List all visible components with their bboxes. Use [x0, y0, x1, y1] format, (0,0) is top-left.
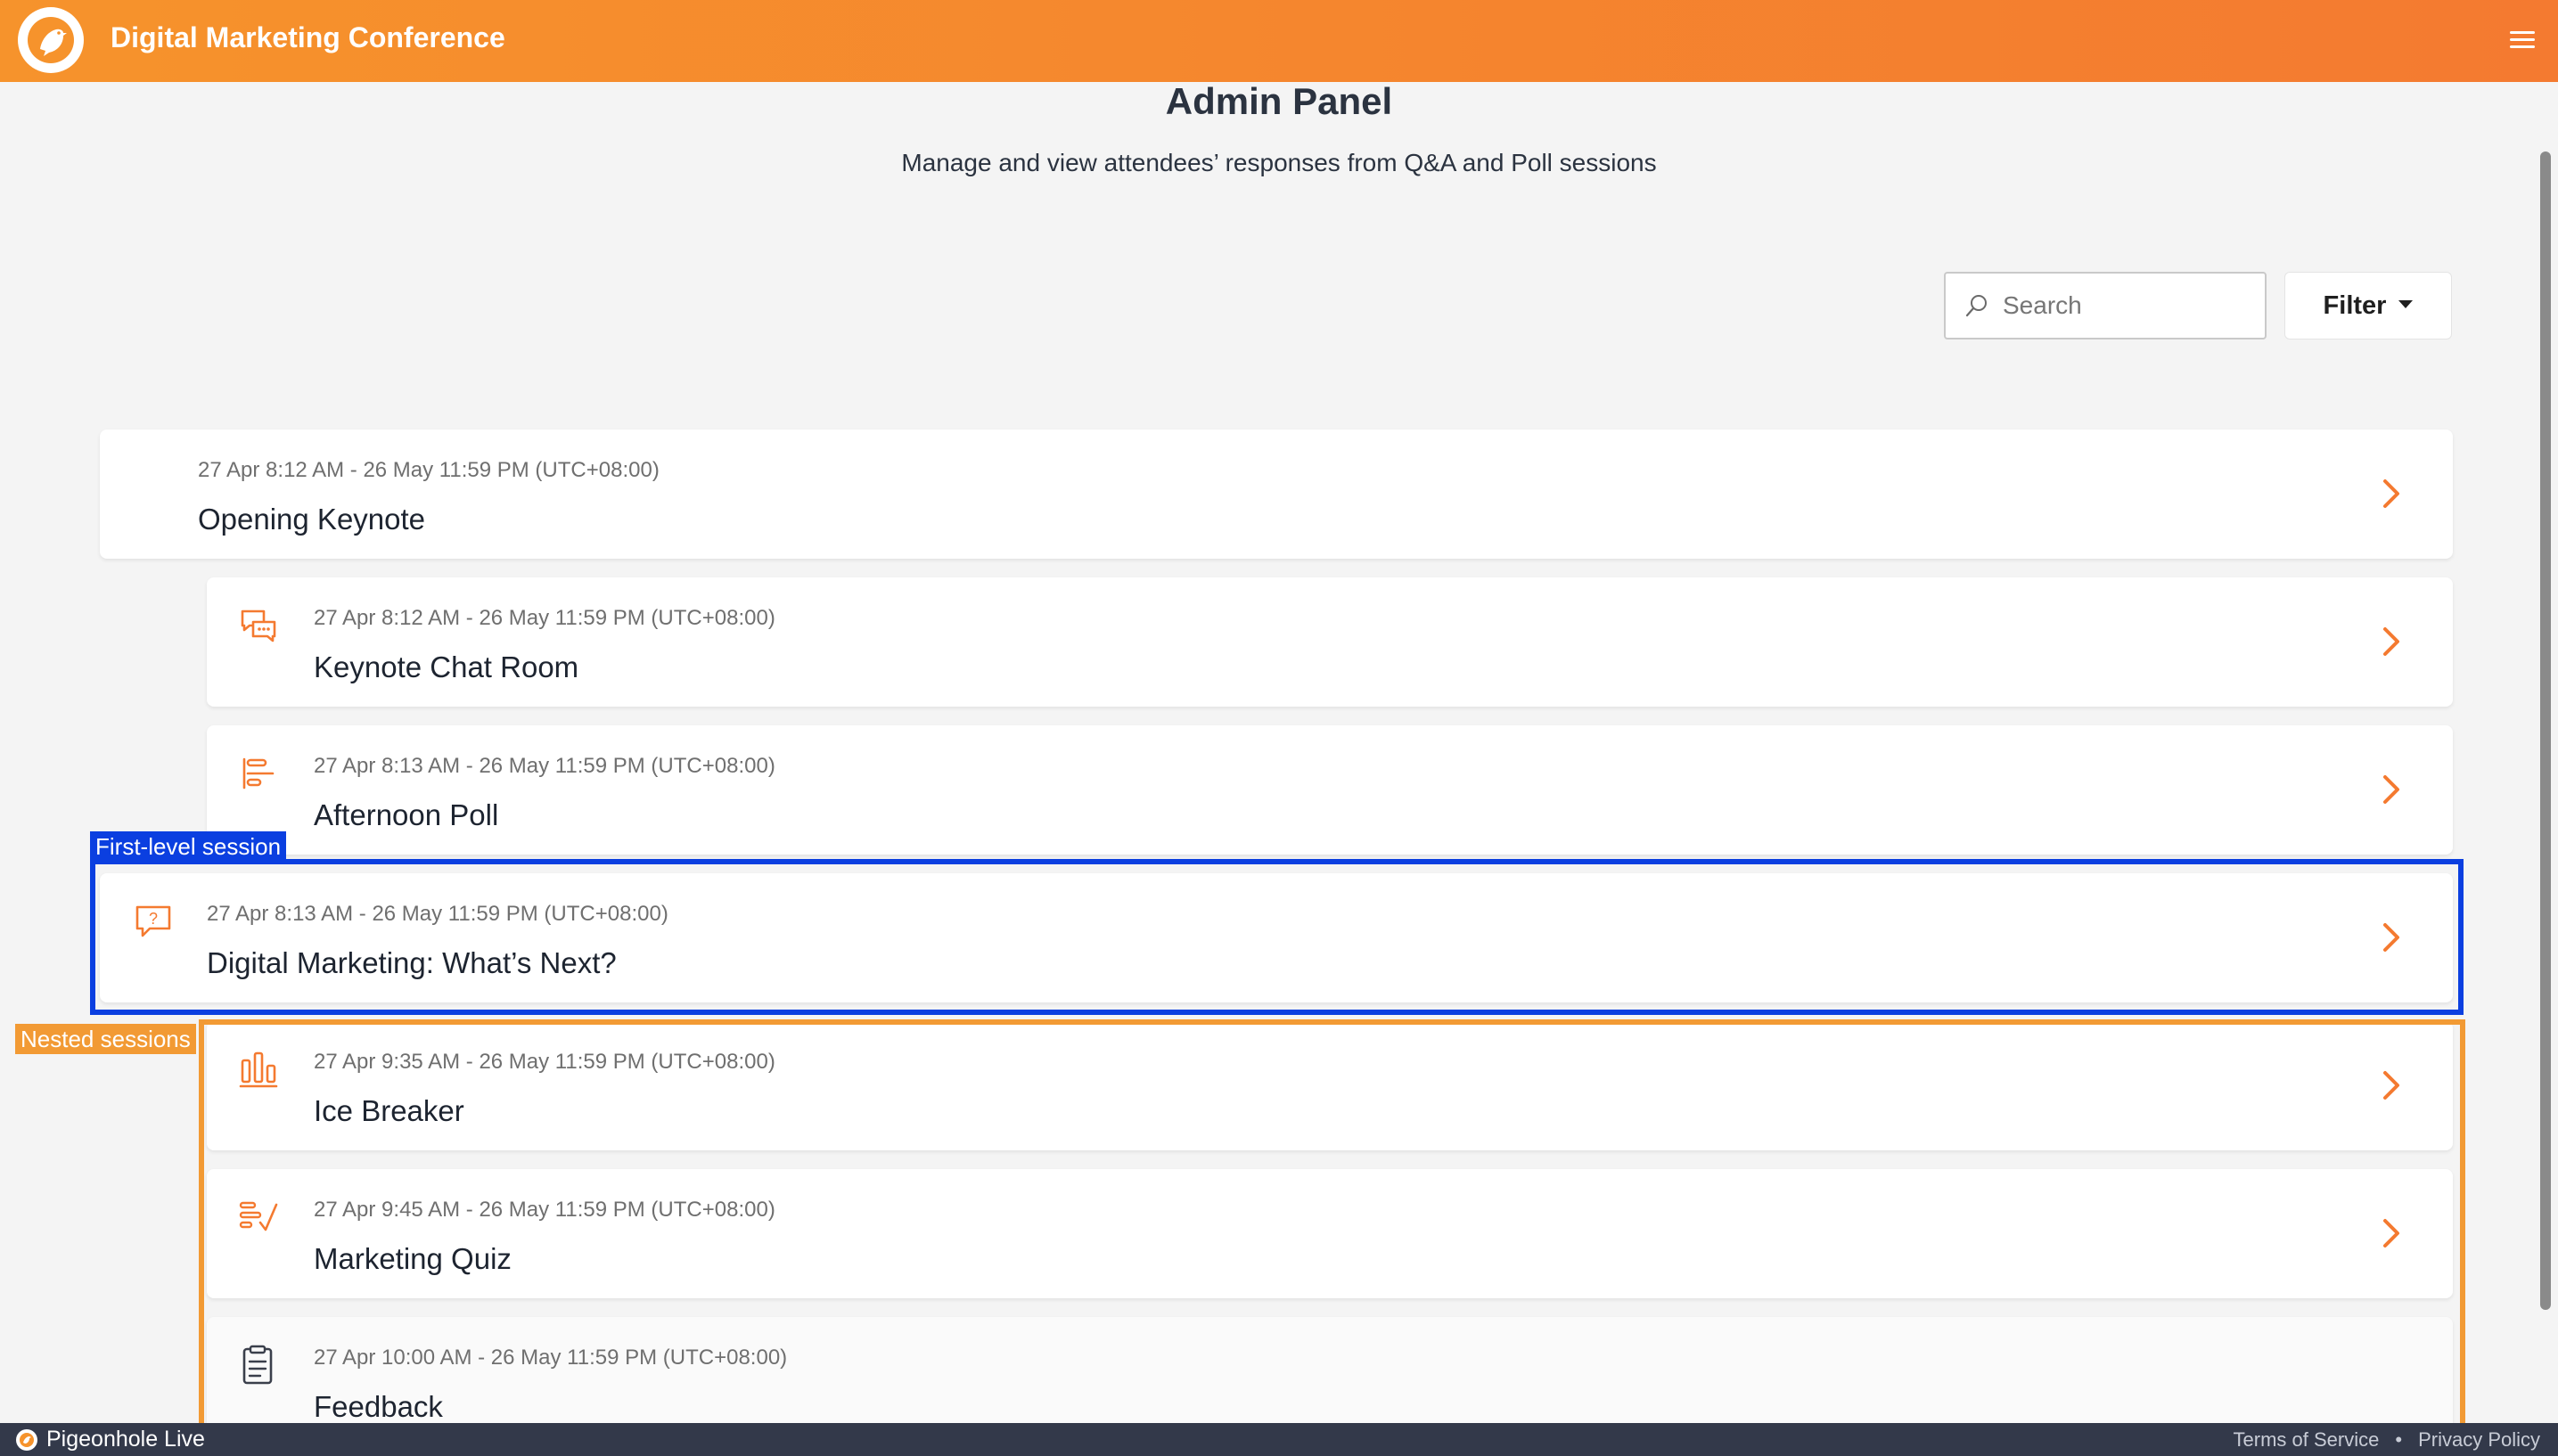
pigeon-logo-icon	[16, 1428, 37, 1451]
filter-label: Filter	[2323, 290, 2387, 320]
pigeon-icon[interactable]	[18, 7, 84, 73]
session-date: 27 Apr 8:13 AM - 26 May 11:59 PM (UTC+08…	[314, 754, 775, 778]
session-title: Afternoon Poll	[314, 798, 499, 831]
session-card-opening-keynote[interactable]: 27 Apr 8:12 AM - 26 May 11:59 PM (UTC+08…	[100, 429, 2453, 559]
chevron-right-icon	[2383, 1219, 2399, 1247]
terms-of-service-link[interactable]: Terms of Service	[2234, 1428, 2380, 1452]
search-input[interactable]	[2003, 291, 2252, 320]
session-title: Opening Keynote	[198, 503, 426, 536]
footer-links: Terms of Service • Privacy Policy	[2234, 1428, 2540, 1452]
session-date: 27 Apr 9:45 AM - 26 May 11:59 PM (UTC+08…	[314, 1198, 775, 1222]
session-date: 27 Apr 8:13 AM - 26 May 11:59 PM (UTC+08…	[207, 902, 668, 926]
privacy-policy-link[interactable]: Privacy Policy	[2418, 1428, 2540, 1452]
chat-icon	[241, 609, 276, 642]
session-date: 27 Apr 8:12 AM - 26 May 11:59 PM (UTC+08…	[314, 606, 775, 630]
chevron-right-icon	[2383, 1071, 2399, 1100]
session-date: 27 Apr 8:12 AM - 26 May 11:59 PM (UTC+08…	[198, 458, 660, 482]
caret-down-icon	[2398, 299, 2414, 308]
session-card-ice-breaker[interactable]: 27 Apr 9:35 AM - 26 May 11:59 PM (UTC+08…	[207, 1021, 2453, 1150]
search-field[interactable]	[1944, 272, 2267, 339]
session-card-marketing-quiz[interactable]: 27 Apr 9:45 AM - 26 May 11:59 PM (UTC+08…	[207, 1169, 2453, 1298]
session-title: Ice Breaker	[314, 1094, 464, 1127]
session-title: Digital Marketing: What’s Next?	[207, 946, 617, 979]
clipboard-icon	[242, 1345, 273, 1385]
session-card-keynote-chat-room[interactable]: 27 Apr 8:12 AM - 26 May 11:59 PM (UTC+08…	[207, 577, 2453, 707]
footer-brand-label: Pigeonhole Live	[46, 1427, 205, 1452]
nested-sessions-label: Nested sessions	[15, 1024, 196, 1054]
chevron-right-icon	[2383, 479, 2399, 508]
session-title: Marketing Quiz	[314, 1242, 512, 1275]
first-level-label: First-level session	[90, 831, 287, 862]
footer-brand[interactable]: Pigeonhole Live	[16, 1427, 205, 1452]
chevron-right-icon	[2383, 627, 2399, 656]
chevron-right-icon	[2383, 775, 2399, 804]
session-card-digital-marketing-whats-next[interactable]: ? 27 Apr 8:13 AM - 26 May 11:59 PM (UTC+…	[100, 873, 2453, 1002]
quiz-icon	[239, 1201, 278, 1231]
scrollbar-thumb[interactable]	[2540, 151, 2551, 1310]
top-navbar: Digital Marketing Conference	[0, 0, 2558, 82]
bar-chart-icon	[239, 1051, 278, 1088]
session-card-afternoon-poll[interactable]: 27 Apr 8:13 AM - 26 May 11:59 PM (UTC+08…	[207, 725, 2453, 855]
filter-button[interactable]: Filter	[2284, 272, 2452, 339]
qna-icon: ?	[135, 905, 171, 937]
session-date: 27 Apr 10:00 AM - 26 May 11:59 PM (UTC+0…	[314, 1346, 788, 1370]
poll-icon	[242, 757, 275, 789]
footer: Pigeonhole Live Terms of Service • Priva…	[0, 1423, 2558, 1456]
page-subtitle: Manage and view attendees’ responses fro…	[901, 149, 1657, 176]
session-title: Keynote Chat Room	[314, 650, 579, 683]
session-date: 27 Apr 9:35 AM - 26 May 11:59 PM (UTC+08…	[314, 1050, 775, 1074]
session-title: Feedback	[314, 1390, 443, 1423]
page-title: Admin Panel	[1165, 80, 1393, 122]
svg-text:?: ?	[149, 910, 158, 928]
hamburger-menu-icon[interactable]	[2510, 27, 2535, 52]
footer-separator: •	[2395, 1428, 2403, 1451]
chevron-right-icon	[2383, 923, 2399, 952]
app-title: Digital Marketing Conference	[111, 21, 505, 53]
search-icon	[1965, 295, 1987, 317]
